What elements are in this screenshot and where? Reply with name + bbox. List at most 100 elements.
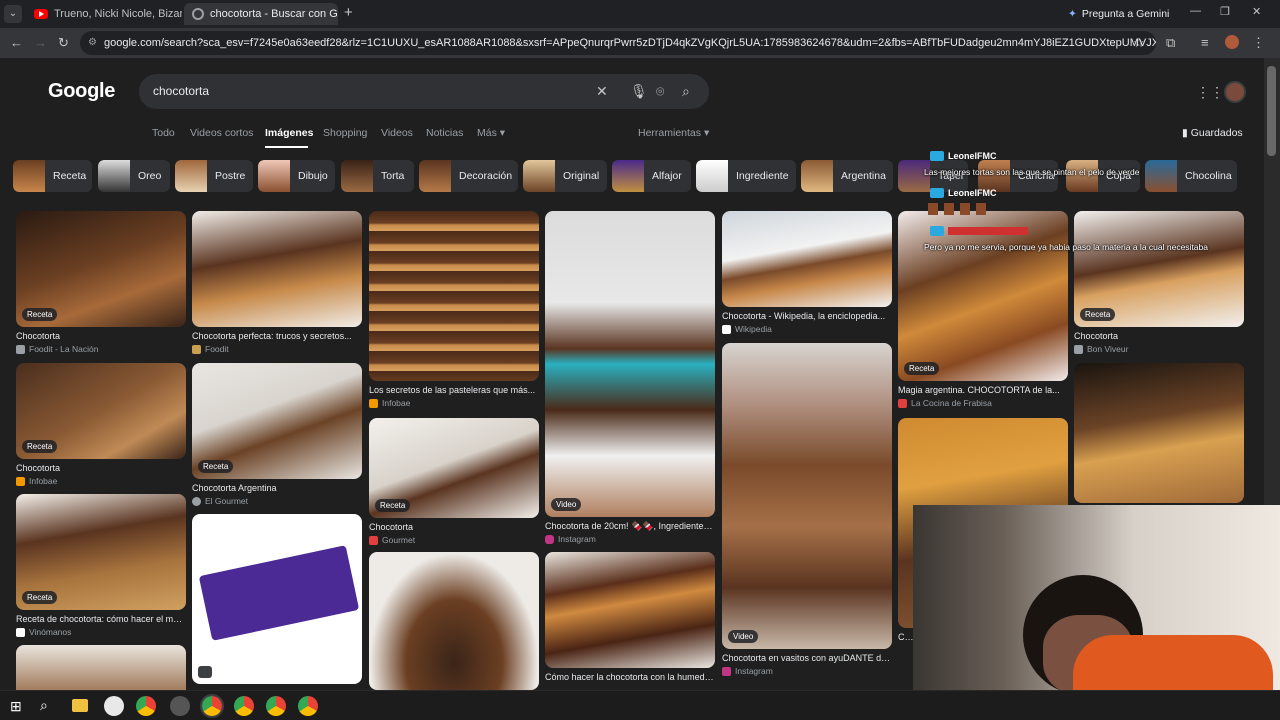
result-image[interactable]: Receta — [16, 211, 186, 327]
tab-shopping[interactable]: Shopping — [323, 127, 367, 139]
result-caption[interactable]: Chocotorta en vasitos con ayuDANTE de... — [722, 653, 892, 663]
result-source[interactable]: Foodit - La Nación — [16, 344, 186, 354]
result-image[interactable]: Video — [722, 343, 892, 649]
result-caption[interactable]: Receta de chocotorta: cómo hacer el mejo… — [16, 614, 186, 624]
result-image[interactable] — [369, 552, 539, 690]
result-image[interactable]: Receta — [369, 418, 539, 518]
chip-dibujo[interactable]: Dibujo — [258, 160, 335, 192]
result-caption[interactable]: Chocotorta — [16, 463, 186, 473]
chrome-icon[interactable] — [136, 696, 156, 716]
address-bar[interactable]: ⚙ google.com/search?sca_esv=f7245e0a63ee… — [80, 31, 1156, 55]
new-tab-button[interactable]: + — [344, 4, 353, 21]
result-caption[interactable]: Los secretos de las pasteleras que más..… — [369, 385, 539, 395]
chip-oreo[interactable]: Oreo — [98, 160, 170, 192]
close-window-icon[interactable]: ✕ — [1252, 5, 1261, 18]
result-image[interactable]: Video — [545, 211, 715, 517]
result-image[interactable] — [545, 552, 715, 668]
tab-youtube[interactable]: Trueno, Nicki Nicole, Bizarr... — [26, 3, 182, 25]
result-caption[interactable]: Chocotorta de 20cm! 🍫🍫, Ingredientes: 🍫.… — [545, 521, 715, 532]
tab-todo[interactable]: Todo — [152, 127, 175, 139]
chip-postre[interactable]: Postre — [175, 160, 253, 192]
profile-avatar[interactable] — [1225, 35, 1239, 49]
chip-alfajor[interactable]: Alfajor — [612, 160, 691, 192]
chip-argentina[interactable]: Argentina — [801, 160, 893, 192]
result-badge: Receta — [22, 591, 58, 604]
forward-icon[interactable]: → — [34, 35, 47, 50]
result-caption[interactable]: Chocotorta — [16, 331, 186, 341]
tab-videos[interactable]: Videos — [381, 127, 413, 139]
result-image[interactable] — [16, 645, 186, 690]
result-caption[interactable]: Chocotorta perfecta: trucos y secretos..… — [192, 331, 362, 341]
result-source[interactable]: Instagram — [722, 666, 892, 676]
file-explorer-icon[interactable] — [72, 699, 88, 712]
clear-icon[interactable]: ✕ — [596, 74, 608, 109]
result-source[interactable]: Vinómanos — [16, 627, 186, 637]
search-input[interactable]: chocotorta — [153, 84, 209, 98]
result-image[interactable] — [1074, 363, 1244, 503]
site-info-icon[interactable]: ⚙ — [88, 31, 97, 55]
windows-start-icon[interactable]: ⊞ — [10, 698, 22, 715]
obs-icon[interactable] — [170, 696, 190, 716]
result-source[interactable]: Foodit — [192, 344, 362, 354]
result-image[interactable]: Receta — [16, 494, 186, 610]
tab-mas[interactable]: Más ▾ — [477, 127, 505, 139]
gemini-button[interactable]: ✦ Pregunta a Gemini — [1068, 5, 1169, 23]
tab-noticias[interactable]: Noticias — [426, 127, 463, 139]
result-source[interactable]: La Cocina de Frabisa — [898, 398, 1068, 408]
result-image[interactable] — [192, 514, 362, 684]
lens-camera-icon[interactable]: ⌾ — [656, 74, 664, 109]
back-icon[interactable]: ← — [10, 35, 23, 50]
search-icon[interactable]: ⌕ — [40, 697, 48, 714]
result-caption[interactable]: Magia argentina. CHOCOTORTA de la... — [898, 385, 1068, 395]
account-avatar[interactable] — [1224, 81, 1246, 103]
microphone-icon[interactable]: 🎙 — [630, 74, 648, 109]
tab-search-chevron-icon[interactable]: ⌄ — [4, 5, 22, 23]
chrome-icon[interactable] — [266, 696, 286, 716]
reload-icon[interactable]: ↻ — [58, 35, 69, 51]
extensions-icon[interactable]: ⧉ — [1166, 35, 1175, 51]
minimize-icon[interactable]: — — [1190, 5, 1201, 17]
chrome-icon[interactable] — [200, 694, 224, 718]
result-source[interactable]: El Gourmet — [192, 496, 362, 506]
result-source[interactable]: Instagram — [545, 534, 715, 544]
chip-original[interactable]: Original — [523, 160, 607, 192]
chat-message: Pero ya no me servia, porque ya habia pa… — [924, 242, 1208, 252]
tab-videos-cortos[interactable]: Videos cortos — [190, 127, 253, 139]
page-scrollbar-thumb[interactable] — [1267, 66, 1276, 156]
bookmark-star-icon[interactable]: ☆ — [1133, 35, 1145, 51]
result-source[interactable]: Bon Viveur — [1074, 344, 1244, 354]
result-caption[interactable]: Chocotorta Argentina — [192, 483, 362, 493]
google-logo[interactable]: Google — [48, 80, 115, 103]
tab-imagenes[interactable]: Imágenes — [265, 127, 313, 139]
media-icon[interactable]: ≡ — [1201, 35, 1209, 50]
chip-receta[interactable]: Receta — [13, 160, 92, 192]
chip-torta[interactable]: Torta — [341, 160, 414, 192]
restore-icon[interactable]: ❐ — [1220, 5, 1230, 18]
search-box[interactable]: chocotorta ✕ 🎙 ⌾ ⌕ — [139, 74, 709, 109]
result-image[interactable]: Receta — [16, 363, 186, 459]
result-image[interactable]: Receta — [192, 363, 362, 479]
result-image[interactable] — [369, 211, 539, 381]
browser-menu-icon[interactable]: ⋮ — [1252, 35, 1265, 51]
chip-ingrediente[interactable]: Ingrediente — [696, 160, 796, 192]
result-caption[interactable]: Chocotorta — [369, 522, 539, 532]
search-icon[interactable]: ⌕ — [682, 74, 690, 109]
chrome-icon[interactable] — [234, 696, 254, 716]
apps-grid-icon[interactable]: ⋮⋮ — [1196, 84, 1224, 101]
chrome-icon[interactable] — [298, 696, 318, 716]
result-source[interactable]: Gourmet — [369, 535, 539, 545]
result-caption[interactable]: Chocotorta - Wikipedia, la enciclopedia.… — [722, 311, 892, 321]
result-source[interactable]: Infobae — [369, 398, 539, 408]
app-icon[interactable] — [104, 696, 124, 716]
tab-google-search[interactable]: chocotorta - Buscar con Google ✕ — [184, 3, 338, 25]
result-caption[interactable]: Cómo hacer la chocotorta con la humeda..… — [545, 672, 715, 682]
result-source[interactable]: Wikipedia — [722, 324, 892, 334]
tools-button[interactable]: Herramientas ▾ — [638, 127, 709, 139]
site-favicon — [16, 344, 25, 354]
result-image[interactable] — [192, 211, 362, 327]
result-image[interactable] — [722, 211, 892, 307]
chip-decoracion[interactable]: Decoración — [419, 160, 518, 192]
saved-button[interactable]: ▮ Guardados — [1182, 127, 1243, 139]
result-source[interactable]: Infobae — [16, 476, 186, 486]
result-caption[interactable]: Chocotorta — [1074, 331, 1244, 341]
